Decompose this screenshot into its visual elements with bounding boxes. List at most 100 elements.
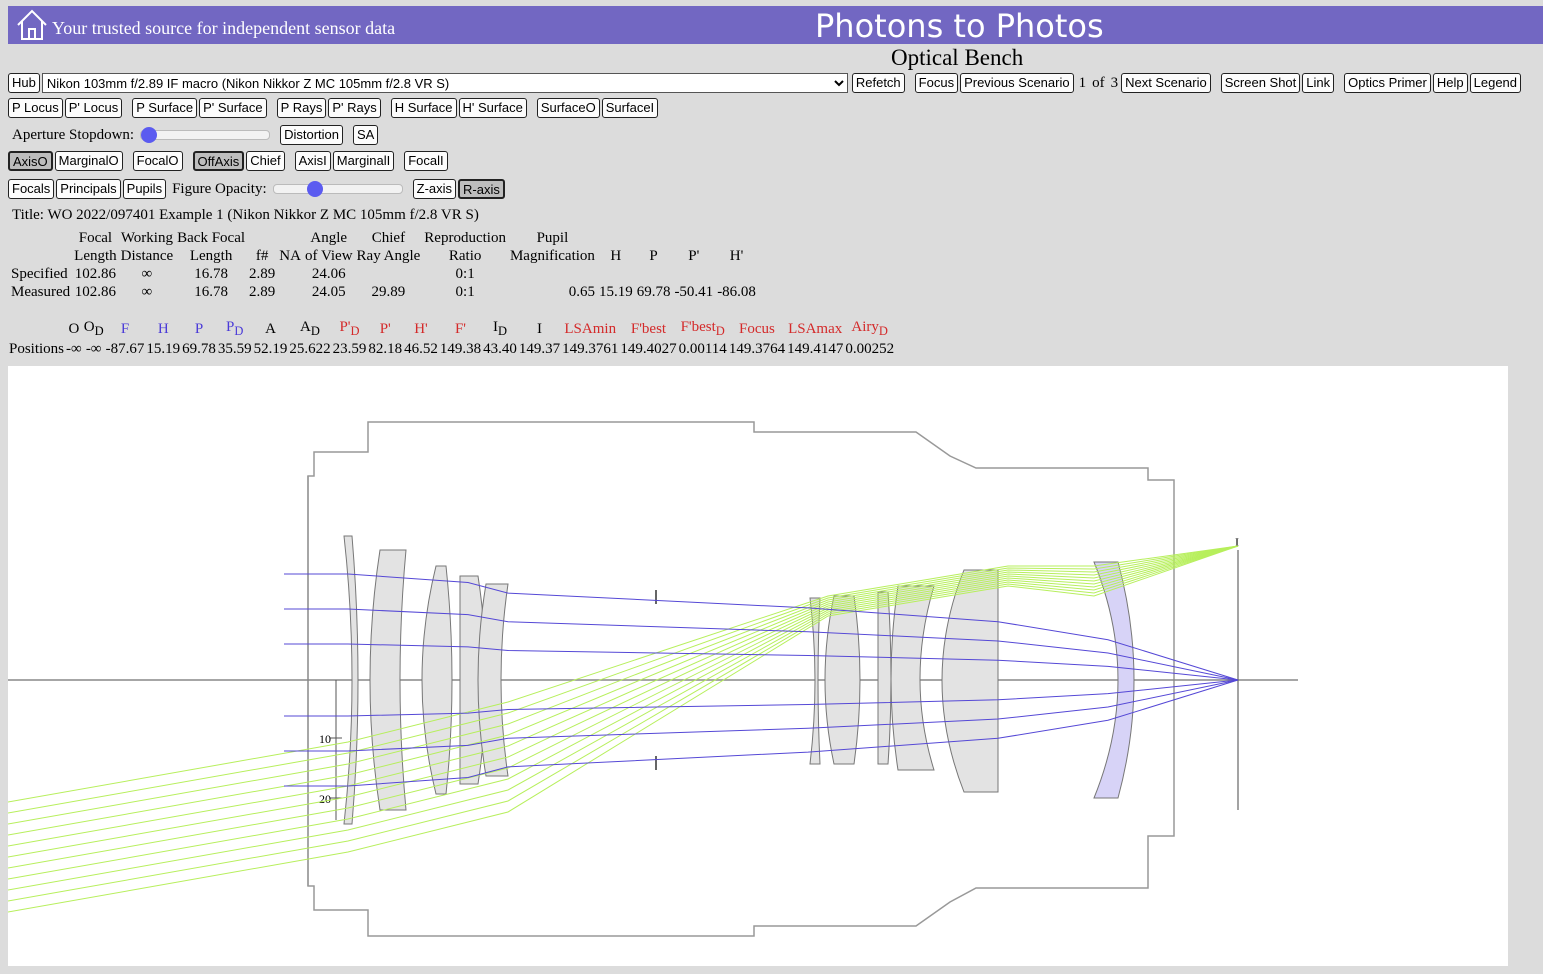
next-scenario-button[interactable]: Next Scenario <box>1121 73 1211 93</box>
spec-head <box>247 229 277 247</box>
axis-o-button[interactable]: AxisO <box>8 151 53 171</box>
surface-o-button[interactable]: SurfaceO <box>536 98 600 118</box>
marginal-i-button[interactable]: MarginalI <box>332 151 395 171</box>
hub-button[interactable]: Hub <box>8 73 40 93</box>
position-value: 69.78 <box>182 341 216 357</box>
position-value: 35.59 <box>217 341 252 357</box>
toolbar-rays: AxisO MarginalO FocalO OffAxis Chief Axi… <box>8 151 450 171</box>
r-axis-button[interactable]: R-axis <box>458 179 505 199</box>
principals-button[interactable]: Principals <box>56 179 121 199</box>
optical-bench-canvas[interactable]: I 10 20 <box>7 366 1508 966</box>
position-header-sub: D <box>310 324 320 338</box>
position-header-base: A <box>300 319 311 335</box>
aperture-slider[interactable] <box>140 130 271 140</box>
refetch-button[interactable]: Refetch <box>851 73 905 93</box>
position-header: P'D <box>332 318 368 340</box>
position-header: F'bestD <box>678 318 728 340</box>
home-icon[interactable] <box>16 8 48 40</box>
p-prime-surface-button[interactable]: P' Surface <box>199 98 267 118</box>
lens-select[interactable]: Nikon 103mm f/2.89 IF macro (Nikon Nikko… <box>41 73 848 93</box>
distortion-button[interactable]: Distortion <box>280 125 343 145</box>
spec-head: of View <box>304 248 353 264</box>
spec-cell: 102.86 <box>74 266 117 282</box>
position-value: 149.4147 <box>787 341 844 357</box>
position-header: LSAmin <box>561 318 619 340</box>
spec-head <box>635 229 673 247</box>
spec-head: Ray Angle <box>356 248 421 264</box>
spec-cell <box>597 265 635 283</box>
focal-i-button[interactable]: FocalI <box>404 151 448 171</box>
scenario-total: 3 <box>1110 74 1119 91</box>
position-value: 149.4027 <box>620 341 677 357</box>
spec-head: Magnification <box>509 248 595 264</box>
spec-cell: -50.41 <box>674 284 714 300</box>
p-locus-button[interactable]: P Locus <box>8 98 63 118</box>
p-rays-button[interactable]: P Rays <box>276 98 327 118</box>
previous-scenario-button[interactable]: Previous Scenario <box>960 73 1074 93</box>
position-value: 46.52 <box>404 341 438 357</box>
lens-element-3 <box>421 565 453 795</box>
spec-cell: 24.05 <box>311 284 346 300</box>
optics-primer-button[interactable]: Optics Primer <box>1344 73 1431 93</box>
position-header: I <box>518 318 561 340</box>
spec-cell: 16.78 <box>194 266 228 282</box>
h-prime-surface-button[interactable]: H' Surface <box>458 98 527 118</box>
legend-button[interactable]: Legend <box>1469 73 1522 93</box>
lens-element-10 <box>941 569 999 793</box>
spec-head: f# <box>255 248 269 264</box>
focal-o-button[interactable]: FocalO <box>132 151 183 171</box>
position-value: 25.622 <box>289 341 331 357</box>
opacity-slider[interactable] <box>272 184 403 194</box>
link-button[interactable]: Link <box>1302 73 1335 93</box>
page-title: Optical Bench <box>891 45 1024 70</box>
focus-button[interactable]: Focus <box>914 73 959 93</box>
position-header: ID <box>482 318 518 340</box>
tagline: Your trusted source for independent sens… <box>52 18 396 38</box>
help-button[interactable]: Help <box>1432 73 1468 93</box>
spec-cell: ∞ <box>141 266 153 282</box>
off-axis-ray <box>7 545 1239 803</box>
off-axis-button[interactable]: OffAxis <box>192 151 245 171</box>
positions-values: Positions -∞ -∞ -87.67 15.19 69.78 35.59 52.19… <box>8 340 895 358</box>
marginal-o-button[interactable]: MarginalO <box>54 151 123 171</box>
position-header-base: F'best <box>680 319 716 335</box>
focals-button[interactable]: Focals <box>8 179 55 199</box>
spec-cell: 0:1 <box>455 266 475 282</box>
h-surface-button[interactable]: H Surface <box>390 98 457 118</box>
position-header-base: P' <box>339 319 351 335</box>
p-prime-locus-button[interactable]: P' Locus <box>64 98 123 118</box>
position-header-sub: D <box>94 324 104 338</box>
position-header: Focus <box>728 318 786 340</box>
position-value: -∞ <box>85 341 102 357</box>
surface-i-button[interactable]: SurfaceI <box>601 98 659 118</box>
position-header: OD <box>83 318 105 340</box>
position-header-sub: D <box>497 324 507 338</box>
pupils-button[interactable]: Pupils <box>122 179 167 199</box>
axis-i-button[interactable]: AxisI <box>294 151 331 171</box>
position-header: F' <box>439 318 482 340</box>
specs-header-1: Focal Working Back Focal Angle Chief Rep… <box>8 229 758 247</box>
off-axis-ray <box>7 545 1239 825</box>
screenshot-button[interactable]: Screen Shot <box>1220 73 1301 93</box>
spec-cell: 29.89 <box>371 284 406 300</box>
p-prime-rays-button[interactable]: P' Rays <box>328 98 381 118</box>
spec-cell: 16.78 <box>194 284 228 300</box>
position-header-base: I <box>536 321 542 337</box>
spec-cell <box>715 265 758 283</box>
position-header-base: LSAmax <box>788 321 843 337</box>
p-surface-button[interactable]: P Surface <box>132 98 198 118</box>
spec-cell <box>672 265 715 283</box>
sa-button[interactable]: SA <box>353 125 379 145</box>
position-value: 23.59 <box>332 341 367 357</box>
position-header: F'best <box>619 318 677 340</box>
position-header-base: O <box>68 321 80 337</box>
specs-row-specified: Specified 102.86 ∞ 16.78 2.89 24.06 0:1 <box>8 265 758 283</box>
scale-label-10: 10 <box>319 732 331 746</box>
position-header-sub: D <box>234 324 244 338</box>
chief-button[interactable]: Chief <box>246 151 285 171</box>
spec-head: Length <box>74 248 117 264</box>
site-header: Your trusted source for independent sens… <box>8 6 1543 45</box>
z-axis-button[interactable]: Z-axis <box>412 179 457 199</box>
spec-cell: 102.86 <box>74 284 117 300</box>
spec-cell: 69.78 <box>636 284 671 300</box>
